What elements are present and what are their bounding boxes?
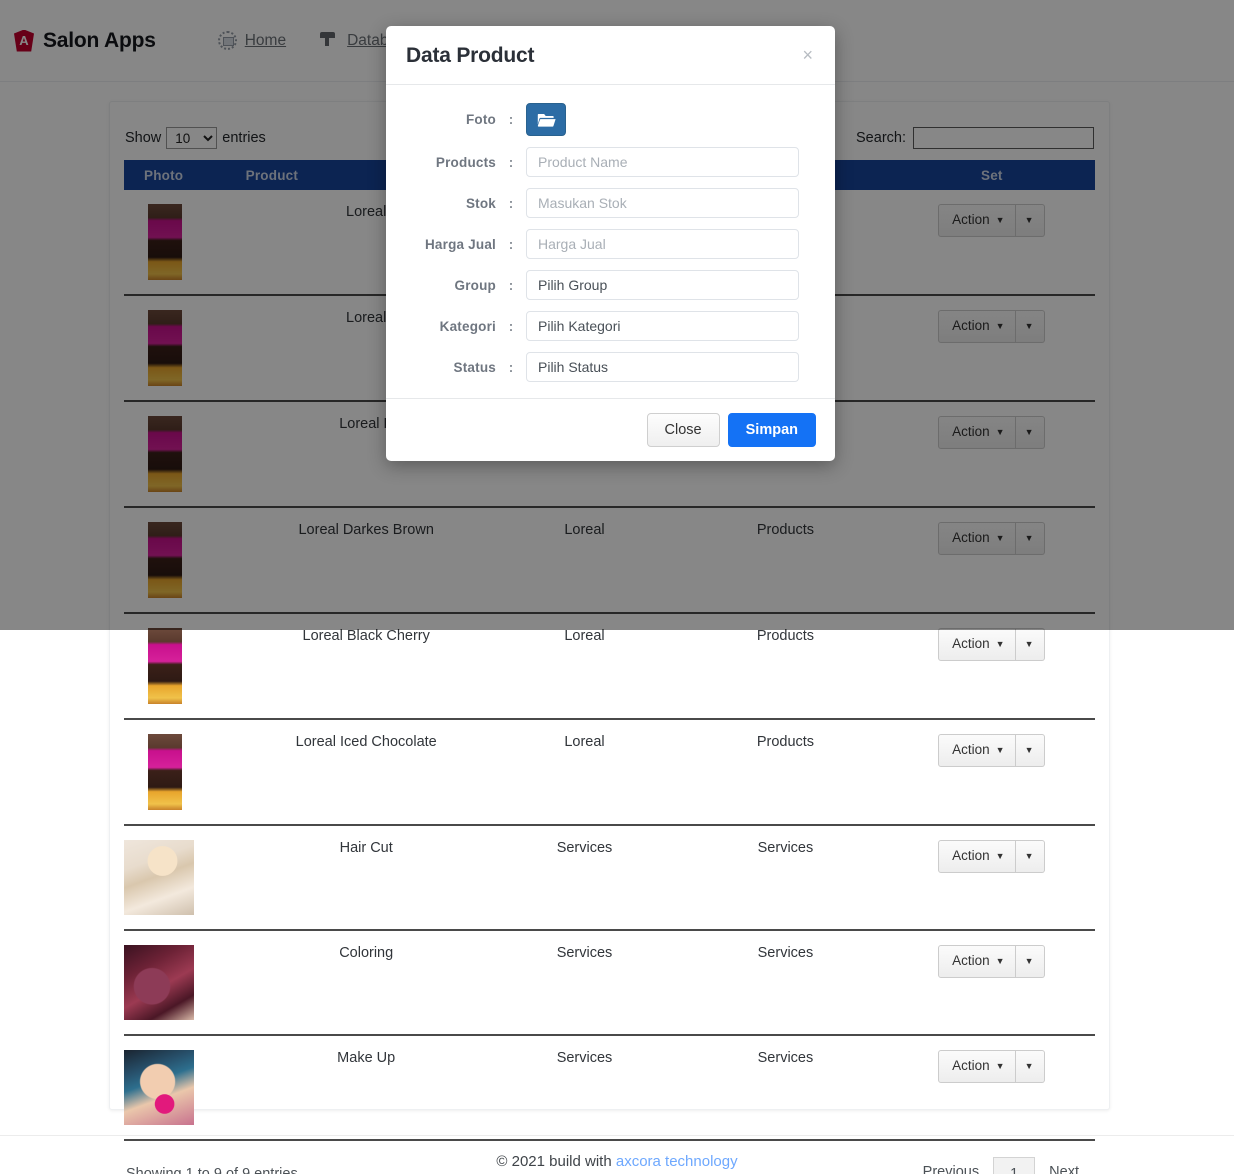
action-button[interactable]: Action ▼: [938, 628, 1016, 661]
page-root: A Salon Apps Home Databased Log Off Show: [0, 0, 1234, 1174]
stok-input[interactable]: [526, 188, 799, 218]
caret-down-icon: ▼: [995, 639, 1005, 649]
form-row-group: Group : Pilih Group: [386, 270, 835, 300]
caret-down-icon: ▼: [1024, 956, 1034, 967]
action-button-group: Action ▼ ▼: [938, 945, 1046, 978]
table-row: Loreal Iced Chocolate Loreal Products Ac…: [124, 719, 1095, 826]
form-row-status: Status : Pilih Status: [386, 352, 835, 382]
form-row-stok: Stok :: [386, 188, 835, 218]
modal-close-button[interactable]: Close: [646, 413, 720, 447]
caret-down-icon: ▼: [995, 1061, 1005, 1071]
action-button-group: Action ▼ ▼: [938, 734, 1046, 767]
cell-photo: [124, 930, 246, 1036]
data-product-modal: Data Product × Foto : Products : Product…: [386, 26, 835, 461]
colon: :: [508, 318, 514, 334]
cell-group: Services: [486, 1035, 683, 1141]
cell-group: Loreal: [486, 719, 683, 826]
footer-link[interactable]: axcora technology: [616, 1153, 738, 1170]
cell-kategori: Services: [682, 1035, 889, 1141]
product-thumbnail: [124, 1050, 194, 1125]
cell-set: Action ▼ ▼: [888, 825, 1095, 931]
cell-group: Services: [486, 930, 683, 1036]
colon: :: [508, 359, 514, 375]
file-browse-button[interactable]: [526, 103, 566, 136]
table-row: Coloring Services Services Action ▼ ▼: [124, 930, 1095, 1036]
action-button-group: Action ▼ ▼: [938, 628, 1046, 661]
colon: :: [508, 277, 514, 293]
copyright-text: © 2021 build with: [496, 1153, 612, 1170]
cell-set: Action ▼ ▼: [888, 930, 1095, 1036]
form-row-kategori: Kategori : Pilih Kategori: [386, 311, 835, 341]
cell-product: Hair Cut: [245, 825, 487, 931]
cell-photo: [124, 719, 246, 826]
colon: :: [508, 236, 514, 252]
cell-kategori: Products: [682, 719, 889, 826]
caret-down-icon: ▼: [1024, 1061, 1034, 1072]
colon: :: [508, 195, 514, 211]
form-row-harga-jual: Harga Jual :: [386, 229, 835, 259]
action-dropdown-toggle[interactable]: ▼: [1015, 628, 1046, 661]
kategori-select[interactable]: Pilih Kategori: [526, 311, 799, 341]
colon: :: [508, 154, 514, 170]
modal-title: Data Product: [406, 44, 535, 67]
label-harga-jual: Harga Jual: [424, 236, 496, 252]
caret-down-icon: ▼: [995, 956, 1005, 966]
cell-kategori: Services: [682, 825, 889, 931]
cell-group: Services: [486, 825, 683, 931]
action-dropdown-toggle[interactable]: ▼: [1015, 945, 1046, 978]
colon: :: [508, 112, 514, 127]
caret-down-icon: ▼: [1024, 745, 1034, 756]
action-button-group: Action ▼ ▼: [938, 840, 1046, 873]
caret-down-icon: ▼: [995, 851, 1005, 861]
caret-down-icon: ▼: [1024, 639, 1034, 650]
product-thumbnail: [124, 840, 194, 915]
label-foto: Foto: [465, 112, 496, 127]
page-footer: © 2021 build with axcora technology: [0, 1135, 1234, 1170]
label-products: Products: [435, 154, 496, 170]
action-button[interactable]: Action ▼: [938, 840, 1016, 873]
action-button[interactable]: Action ▼: [938, 734, 1016, 767]
product-thumbnail: [124, 945, 194, 1020]
product-thumbnail: [148, 628, 182, 704]
table-row: Make Up Services Services Action ▼ ▼: [124, 1035, 1095, 1141]
form-row-foto: Foto :: [386, 103, 835, 136]
form-row-products: Products :: [386, 147, 835, 177]
caret-down-icon: ▼: [1024, 851, 1034, 862]
close-icon[interactable]: ×: [800, 44, 815, 66]
label-kategori: Kategori: [439, 318, 496, 334]
action-button[interactable]: Action ▼: [938, 1050, 1016, 1083]
product-name-input[interactable]: [526, 147, 799, 177]
group-select[interactable]: Pilih Group: [526, 270, 799, 300]
product-thumbnail: [148, 734, 182, 810]
cell-kategori: Services: [682, 930, 889, 1036]
caret-down-icon: ▼: [995, 745, 1005, 755]
cell-product: Coloring: [245, 930, 487, 1036]
harga-jual-input[interactable]: [526, 229, 799, 259]
modal-body: Foto : Products : Product Name Stok: Ma…: [386, 85, 835, 398]
action-dropdown-toggle[interactable]: ▼: [1015, 734, 1046, 767]
label-status: Status: [453, 359, 496, 375]
cell-photo: [124, 825, 246, 931]
modal-header: Data Product ×: [386, 26, 835, 85]
status-select[interactable]: Pilih Status: [526, 352, 799, 382]
action-button[interactable]: Action ▼: [938, 945, 1016, 978]
cell-set: Action ▼ ▼: [888, 719, 1095, 826]
table-row: Hair Cut Services Services Action ▼ ▼: [124, 825, 1095, 931]
cell-product: Loreal Iced Chocolate: [245, 719, 487, 826]
save-button[interactable]: Simpan: [727, 413, 816, 447]
cell-set: Action ▼ ▼: [888, 1035, 1095, 1141]
label-group: Group: [454, 277, 496, 293]
modal-footer: Close Simpan: [386, 398, 835, 461]
action-button-group: Action ▼ ▼: [938, 1050, 1046, 1083]
action-dropdown-toggle[interactable]: ▼: [1015, 1050, 1046, 1083]
cell-photo: [124, 1035, 246, 1141]
label-stok: Stok: [465, 195, 496, 211]
cell-product: Make Up: [245, 1035, 487, 1141]
action-dropdown-toggle[interactable]: ▼: [1015, 840, 1046, 873]
folder-open-icon: [537, 113, 556, 127]
